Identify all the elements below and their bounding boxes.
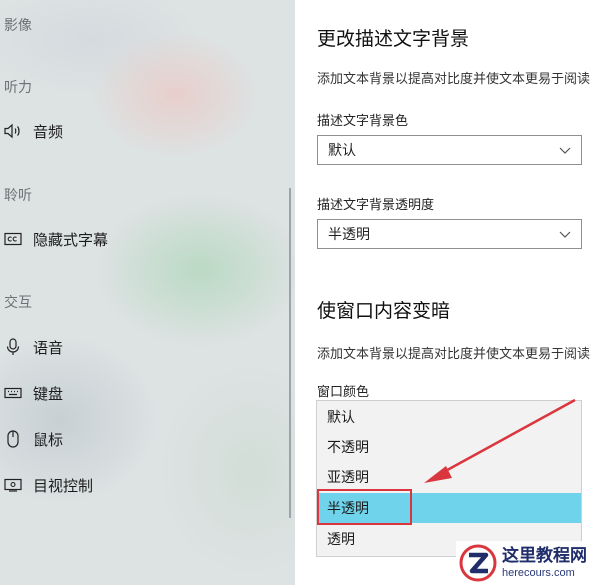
annotation-arrow bbox=[424, 398, 576, 483]
site-logo-icon bbox=[459, 544, 497, 582]
watermark: 这里教程网 herecours.com bbox=[456, 541, 605, 585]
watermark-title: 这里教程网 bbox=[502, 546, 587, 566]
watermark-url: herecours.com bbox=[502, 567, 575, 579]
